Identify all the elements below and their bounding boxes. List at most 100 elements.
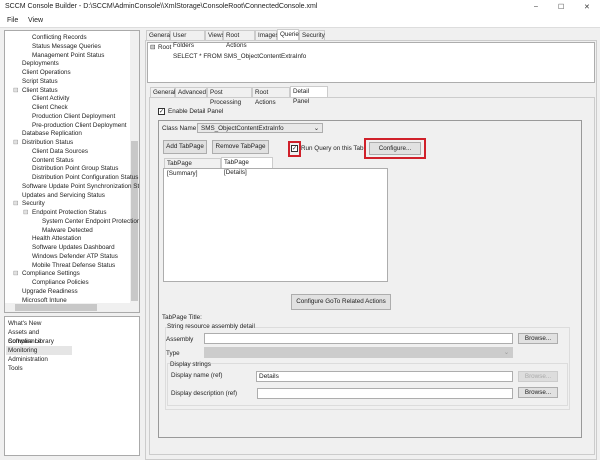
query-item[interactable]: SELECT * FROM SMS_ObjectContentExtraInfo	[173, 53, 306, 60]
class-name-combo[interactable]: SMS_ObjectContentExtraInfo ⌄	[197, 123, 323, 133]
window-title: SCCM Console Builder - D:\SCCM\AdminCons…	[5, 3, 317, 10]
tree-item[interactable]: Endpoint Protection Status	[32, 208, 107, 217]
tree-item[interactable]: Status Message Queries	[32, 42, 101, 51]
workspace-item[interactable]: Administration	[6, 355, 72, 364]
add-tabpage-button[interactable]: Add TabPage	[163, 140, 207, 154]
tree-item[interactable]: Malware Detected	[42, 226, 93, 235]
tab-tabpage-0[interactable]: TabPage [Summary]	[164, 158, 221, 168]
tree-item[interactable]: Database Replication	[22, 129, 82, 138]
tree-item[interactable]: Script Status	[22, 77, 58, 86]
tree-item[interactable]: Pre-production Client Deployment	[32, 121, 127, 130]
tree-item[interactable]: Compliance Policies	[32, 278, 89, 287]
tree-item[interactable]: Client Data Sources	[32, 147, 88, 156]
assembly-browse-button[interactable]: Browse...	[518, 333, 558, 344]
highlight-box	[364, 138, 426, 159]
tab-top-0[interactable]: General	[146, 30, 170, 40]
display-description-input[interactable]	[257, 388, 513, 399]
tree-item[interactable]: Health Attestation	[32, 234, 81, 243]
tree-item[interactable]: Software Updates Dashboard	[32, 243, 115, 252]
tree-vertical-scrollbar[interactable]	[130, 31, 139, 304]
close-button[interactable]: ✕	[584, 3, 590, 11]
tab-top-5[interactable]: Queries	[277, 29, 299, 40]
menu-file[interactable]: File	[7, 17, 18, 24]
workspace-item[interactable]: Tools	[6, 364, 72, 373]
query-tree[interactable]: ⊟ Root SELECT * FROM SMS_ObjectContentEx…	[147, 42, 595, 83]
maximize-button[interactable]: ☐	[558, 3, 564, 11]
assembly-input[interactable]	[204, 333, 513, 344]
workspace-item[interactable]: What's New	[6, 319, 72, 328]
tree-item[interactable]: Client Check	[32, 103, 68, 112]
tree-item[interactable]: Production Client Deployment	[32, 112, 115, 121]
tab-tabpage-1[interactable]: TabPage [Details]	[221, 157, 273, 168]
tree-item[interactable]: Content Status	[32, 156, 74, 165]
run-query-label: Run Query on this Tab	[301, 145, 364, 152]
menu-view[interactable]: View	[28, 17, 43, 24]
assembly-group-label: String resource assembly detail	[167, 323, 255, 330]
tree-item[interactable]: Upgrade Readiness	[22, 287, 78, 296]
navigation-tree[interactable]: Conflicting RecordsStatus Message Querie…	[4, 30, 140, 313]
tree-expander-icon[interactable]: ⊟	[150, 44, 155, 51]
chevron-down-icon: ⌄	[504, 349, 509, 356]
workspace-list[interactable]: What's NewAssets and ComplianceSoftware …	[4, 316, 140, 456]
query-root[interactable]: Root	[158, 44, 171, 51]
tree-item[interactable]: Client Operations	[22, 68, 71, 77]
minimize-button[interactable]: –	[534, 3, 538, 10]
assembly-label: Assembly	[166, 336, 193, 343]
workspace-item[interactable]: Monitoring	[6, 346, 72, 355]
display-name-label: Display name (ref)	[171, 372, 222, 379]
tab-top-1[interactable]: User Folders	[170, 30, 205, 40]
tab-top-2[interactable]: Views	[205, 30, 223, 40]
tab-top-6[interactable]: Security	[299, 30, 325, 40]
scroll-thumb[interactable]	[15, 304, 97, 311]
tab-inner-3[interactable]: Root Actions	[252, 87, 290, 97]
tab-inner-1[interactable]: Advanced	[175, 87, 207, 97]
enable-detail-panel-checkbox[interactable]: ✓	[158, 108, 165, 115]
tree-item[interactable]: Security	[22, 199, 45, 208]
chevron-down-icon: ⌄	[314, 125, 319, 132]
configure-goto-button[interactable]: Configure GoTo Related Actions	[291, 294, 391, 310]
display-name-browse-button[interactable]: Browse...	[518, 371, 558, 382]
tab-inner-2[interactable]: Post Processing	[207, 87, 252, 97]
remove-tabpage-button[interactable]: Remove TabPage	[212, 140, 269, 154]
enable-detail-panel-label: Enable Detail Panel	[168, 108, 223, 115]
tree-item[interactable]: Windows Defender ATP Status	[32, 252, 118, 261]
tree-item[interactable]: Deployments	[22, 59, 59, 68]
tree-expander-icon[interactable]: ⊟	[13, 86, 18, 95]
tree-expander-icon[interactable]: ⊟	[23, 208, 28, 217]
tree-expander-icon[interactable]: ⊟	[13, 269, 18, 278]
type-label: Type	[166, 350, 180, 357]
menu-bar: File View	[0, 14, 600, 28]
class-name-label: Class Name	[162, 125, 196, 132]
tree-item[interactable]: System Center Endpoint Protection Status	[42, 217, 140, 226]
display-description-browse-button[interactable]: Browse...	[518, 387, 558, 398]
tabpage-title-label: TabPage Title:	[162, 314, 202, 321]
tree-item[interactable]: Client Activity	[32, 94, 69, 103]
workspace-item[interactable]: Software Library	[6, 337, 72, 346]
tab-inner-4[interactable]: Detail Panel	[290, 86, 328, 97]
tree-expander-icon[interactable]: ⊟	[13, 138, 18, 147]
workspace-item[interactable]: Assets and Compliance	[6, 328, 72, 337]
tree-item[interactable]: Client Status	[22, 86, 58, 95]
tab-top-4[interactable]: Images	[255, 30, 277, 40]
tree-item[interactable]: Distribution Status	[22, 138, 73, 147]
tab-inner-0[interactable]: General	[150, 87, 175, 97]
tabpage-content	[163, 168, 388, 282]
class-name-value: SMS_ObjectContentExtraInfo	[201, 125, 284, 132]
tree-item[interactable]: Microsoft Intune	[22, 296, 67, 305]
tree-item[interactable]: Compliance Settings	[22, 269, 80, 278]
tree-item[interactable]: Distribution Point Group Status	[32, 164, 118, 173]
display-description-label: Display description (ref)	[171, 390, 237, 397]
tree-item[interactable]: Mobile Threat Defense Status	[32, 261, 115, 270]
display-strings-label: Display strings	[170, 361, 211, 368]
tree-item[interactable]: Software Update Point Synchronization St…	[22, 182, 140, 191]
tree-expander-icon[interactable]: ⊟	[13, 199, 18, 208]
display-name-input[interactable]: Details	[256, 371, 513, 382]
tree-item[interactable]: Updates and Servicing Status	[22, 191, 105, 200]
tree-item[interactable]: Conflicting Records	[32, 33, 87, 42]
tab-top-3[interactable]: Root Actions	[223, 30, 255, 40]
display-strings-group	[167, 363, 568, 406]
title-bar: SCCM Console Builder - D:\SCCM\AdminCons…	[0, 0, 600, 14]
type-combo[interactable]: ⌄	[204, 347, 513, 358]
tree-item[interactable]: Management Point Status	[32, 51, 104, 60]
tree-item[interactable]: Distribution Point Configuration Status	[32, 173, 138, 182]
